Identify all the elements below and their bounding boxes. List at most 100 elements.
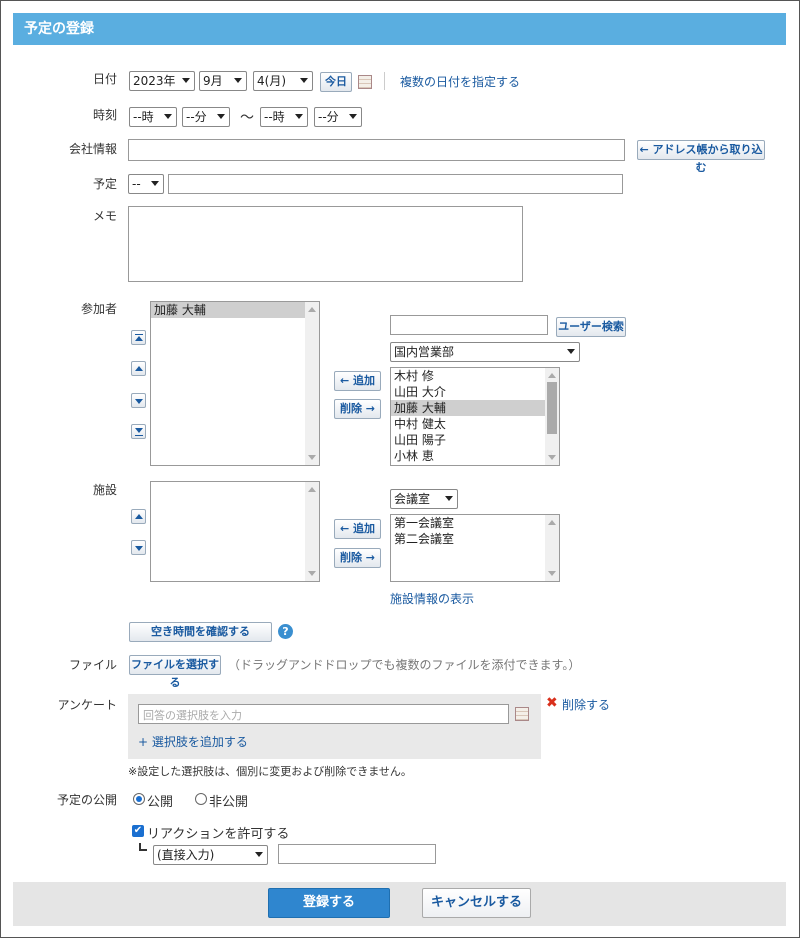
add-option-link[interactable]: + 選択肢を追加する <box>138 733 248 750</box>
start-minute-select[interactable]: --分 <box>182 107 230 127</box>
year-value: 2023年 <box>133 74 176 88</box>
facility-group-select[interactable]: 会議室 <box>390 489 458 509</box>
year-select[interactable]: 2023年 <box>129 71 195 91</box>
schedule-title-input[interactable] <box>168 174 623 194</box>
register-button[interactable]: 登録する <box>268 888 390 918</box>
check-availability-button[interactable]: 空き時間を確認する <box>129 622 272 642</box>
add-participant-button[interactable]: ← 追加 <box>334 371 381 391</box>
footer-bar <box>13 882 786 926</box>
scroll-down-icon <box>308 455 316 460</box>
select-file-button[interactable]: ファイルを選択する <box>129 655 221 689</box>
list-item[interactable]: 木村 修 <box>391 368 545 384</box>
survey-note: ※設定した選択肢は、個別に変更および削除できません。 <box>128 765 412 778</box>
move-bottom-icon <box>135 428 143 433</box>
reaction-mode-select[interactable]: (直接入力) <box>153 845 268 865</box>
list-item[interactable]: 加藤 大輔 <box>151 302 305 318</box>
multi-date-link[interactable]: 複数の日付を指定する <box>400 73 520 90</box>
help-icon[interactable]: ? <box>278 624 293 639</box>
remove-participant-button[interactable]: 削除 → <box>334 399 381 419</box>
cancel-button[interactable]: キャンセルする <box>422 888 531 918</box>
move-down-button[interactable] <box>131 540 146 555</box>
schedule-type-value: -- <box>132 177 141 191</box>
scroll-down-icon <box>548 571 556 576</box>
memo-textarea[interactable] <box>128 206 523 282</box>
add-facility-button[interactable]: ← 追加 <box>334 519 381 539</box>
start-hour-select[interactable]: --時 <box>129 107 177 127</box>
list-item[interactable]: 小林 恵 <box>391 448 545 464</box>
chevron-down-icon <box>445 496 453 501</box>
move-bottom-button[interactable] <box>131 424 146 439</box>
facilities-label: 施設 <box>92 483 117 497</box>
reaction-mode-value: (直接入力) <box>157 848 215 862</box>
end-minute-select[interactable]: --分 <box>314 107 362 127</box>
publish-label: 予定の公開 <box>56 793 117 807</box>
private-radio[interactable] <box>195 793 207 805</box>
reaction-checkbox-label[interactable]: リアクションを許可する <box>147 823 289 842</box>
delete-icon[interactable]: ✖ <box>546 695 558 711</box>
user-candidates-list[interactable]: 木村 修 山田 大介 加藤 大輔 中村 健太 山田 陽子 小林 恵 <box>390 367 560 466</box>
arrow-up-icon <box>135 514 143 519</box>
facility-info-link[interactable]: 施設情報の表示 <box>390 590 474 607</box>
private-radio-label[interactable]: 非公開 <box>209 791 248 810</box>
move-top-bar <box>135 334 143 335</box>
arrow-down-icon <box>135 399 143 404</box>
user-search-button[interactable]: ユーザー検索 <box>556 317 626 337</box>
department-value: 国内営業部 <box>394 345 455 359</box>
chevron-down-icon <box>300 78 308 83</box>
selected-facilities-list[interactable] <box>150 481 320 582</box>
day-value: 4(月) <box>257 74 286 88</box>
file-hint: （ドラッグアンドドロップでも複数のファイルを添付できます。） <box>228 658 581 672</box>
chevron-down-icon <box>234 78 242 83</box>
public-radio-label[interactable]: 公開 <box>147 791 173 810</box>
scrollbar[interactable] <box>305 482 319 581</box>
move-up-button[interactable] <box>131 509 146 524</box>
chevron-down-icon <box>567 349 575 354</box>
facility-group-value: 会議室 <box>394 492 431 506</box>
selected-participants-list[interactable]: 加藤 大輔 <box>150 301 320 466</box>
tree-branch-icon <box>139 843 147 851</box>
date-label: 日付 <box>92 72 117 86</box>
end-minute-value: --分 <box>318 110 339 124</box>
delete-option-link[interactable]: 削除する <box>562 696 610 713</box>
list-item[interactable]: 第二会議室 <box>391 531 545 547</box>
list-item[interactable]: 加藤 大輔 <box>391 400 545 416</box>
move-top-button[interactable] <box>131 330 146 345</box>
scroll-thumb[interactable] <box>547 382 557 434</box>
today-button[interactable]: 今日 <box>320 72 352 92</box>
scrollbar[interactable] <box>305 302 319 465</box>
month-select[interactable]: 9月 <box>199 71 247 91</box>
move-up-button[interactable] <box>131 361 146 376</box>
calendar-icon[interactable] <box>515 707 529 721</box>
schedule-type-select[interactable]: -- <box>128 174 164 194</box>
chevron-down-icon <box>182 78 190 83</box>
memo-label: メモ <box>92 209 117 223</box>
arrow-up-icon <box>135 366 143 371</box>
end-hour-select[interactable]: --時 <box>260 107 308 127</box>
company-label: 会社情報 <box>68 142 117 156</box>
scrollbar[interactable] <box>545 368 559 465</box>
company-input[interactable] <box>128 139 625 161</box>
chevron-down-icon <box>295 114 303 119</box>
scroll-down-icon <box>548 455 556 460</box>
survey-label: アンケート <box>57 698 117 712</box>
address-book-button[interactable]: ← アドレス帳から取り込む <box>637 140 765 174</box>
reaction-checkbox[interactable]: ✔ <box>132 825 144 837</box>
facility-candidates-list[interactable]: 第一会議室 第二会議室 <box>390 514 560 582</box>
list-item[interactable]: 山田 大介 <box>391 384 545 400</box>
move-down-button[interactable] <box>131 393 146 408</box>
list-item[interactable]: 山田 陽子 <box>391 432 545 448</box>
calendar-icon[interactable] <box>358 75 372 89</box>
list-item[interactable]: 中村 健太 <box>391 416 545 432</box>
scroll-up-icon <box>308 487 316 492</box>
reaction-input[interactable] <box>278 844 436 864</box>
remove-facility-button[interactable]: 削除 → <box>334 548 381 568</box>
user-search-input[interactable] <box>390 315 548 335</box>
scroll-up-icon <box>548 373 556 378</box>
list-item[interactable]: 第一会議室 <box>391 515 545 531</box>
scrollbar[interactable] <box>545 515 559 581</box>
chevron-down-icon <box>349 114 357 119</box>
public-radio[interactable] <box>133 793 145 805</box>
department-select[interactable]: 国内営業部 <box>390 342 580 362</box>
survey-option-input[interactable]: 回答の選択肢を入力 <box>138 704 509 724</box>
day-select[interactable]: 4(月) <box>253 71 313 91</box>
